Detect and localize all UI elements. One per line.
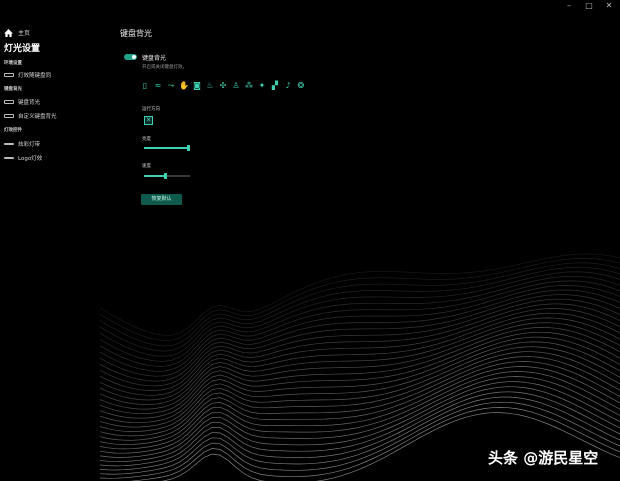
section-env: 环境设置 xyxy=(4,61,22,66)
minimize-button[interactable]: – xyxy=(560,1,578,11)
music-note-icon[interactable]: ♪ xyxy=(283,80,293,91)
sidebar-item-label: 炫彩灯带 xyxy=(18,142,41,148)
backlight-toggle[interactable] xyxy=(124,54,137,60)
main-title: 键盘背光 xyxy=(120,29,152,38)
ripple-icon[interactable]: ⤳ xyxy=(166,80,176,91)
light-strip-icon xyxy=(4,143,14,145)
wave-line xyxy=(100,258,620,342)
watermark: 头条 @游民星空 xyxy=(488,449,599,467)
wave-line xyxy=(100,356,620,441)
toggle-label: 键盘背光 xyxy=(142,55,167,62)
brightness-slider[interactable] xyxy=(144,145,190,151)
home-label: 主页 xyxy=(18,30,31,37)
direction-label: 运行方向 xyxy=(142,107,160,112)
sidebar-item-label: 灯效随键盘同 xyxy=(18,73,52,79)
speed-slider[interactable] xyxy=(144,173,190,179)
direction-toggle[interactable]: ✕ xyxy=(144,116,153,125)
wave-line xyxy=(100,280,620,367)
fan-icon[interactable]: ✣ xyxy=(218,80,228,91)
sidebar-item-label: 自定义键盘背光 xyxy=(18,114,57,120)
wave-line xyxy=(100,312,620,401)
wave-background xyxy=(100,253,620,481)
keyboard-icon xyxy=(4,114,14,118)
logo-light-icon xyxy=(4,157,14,159)
rect-icon[interactable]: ▯ xyxy=(140,80,150,91)
slider-thumb[interactable] xyxy=(164,173,167,179)
page-title: 灯光设置 xyxy=(4,44,41,54)
hand-icon[interactable]: ✋ xyxy=(179,80,189,91)
sidebar: 主页 灯光设置 环境设置 灯效随键盘同 键盘背光 键盘背光 自定义键盘背光 灯效… xyxy=(0,0,112,481)
wave-line xyxy=(100,294,620,382)
section-controls: 灯效控件 xyxy=(4,128,22,133)
speed-label: 速度 xyxy=(142,164,151,169)
keyboard-icon xyxy=(4,73,14,77)
keyboard-icon xyxy=(4,100,14,104)
toggle-description: 开启或关闭键盘灯效。 xyxy=(142,65,187,70)
wave-line xyxy=(100,351,620,437)
home-link[interactable]: 主页 xyxy=(4,28,30,37)
maximize-button[interactable]: □ xyxy=(580,1,598,11)
wave-line xyxy=(100,308,620,396)
wave-line xyxy=(100,298,620,387)
sidebar-item-light-strip[interactable]: 炫彩灯带 xyxy=(4,140,40,148)
section-backlight: 键盘背光 xyxy=(4,87,22,92)
brightness-label: 亮度 xyxy=(142,137,151,142)
drop-icon[interactable]: ♨ xyxy=(205,80,215,91)
sidebar-item-logo[interactable]: Logo灯效 xyxy=(4,154,42,162)
close-button[interactable]: ✕ xyxy=(600,1,618,11)
wave-line xyxy=(100,366,620,450)
sidebar-item-label: 键盘背光 xyxy=(18,100,41,106)
wave-line xyxy=(100,371,620,454)
slider-thumb[interactable] xyxy=(187,145,190,151)
wave-line xyxy=(129,407,620,481)
fire-icon[interactable]: ❂ xyxy=(296,80,306,91)
sidebar-item-label: Logo灯效 xyxy=(18,156,43,162)
sidebar-item-sync[interactable]: 灯效随键盘同 xyxy=(4,71,51,79)
stairs-icon[interactable]: ▞ xyxy=(270,80,280,91)
wave-line xyxy=(100,331,620,419)
reset-default-button[interactable]: 恢复默认 xyxy=(141,194,182,205)
rain-icon[interactable]: ⁂ xyxy=(244,80,254,91)
wave-icon[interactable]: ≈ xyxy=(153,80,163,91)
wave-line xyxy=(100,346,620,432)
effect-list: ▯ ≈ ⤳ ✋ ◙ ♨ ✣ ♙ ⁂ ✦ ▞ ♪ ❂ xyxy=(140,80,306,91)
slider-fill xyxy=(144,147,190,149)
sidebar-item-custom-backlight[interactable]: 自定义键盘背光 xyxy=(4,112,57,120)
home-icon xyxy=(4,28,13,37)
circle-icon[interactable]: ◙ xyxy=(192,80,202,91)
sparkle-icon[interactable]: ✦ xyxy=(257,80,267,91)
person-icon[interactable]: ♙ xyxy=(231,80,241,91)
wave-line xyxy=(100,285,620,372)
sidebar-item-backlight[interactable]: 键盘背光 xyxy=(4,98,40,106)
